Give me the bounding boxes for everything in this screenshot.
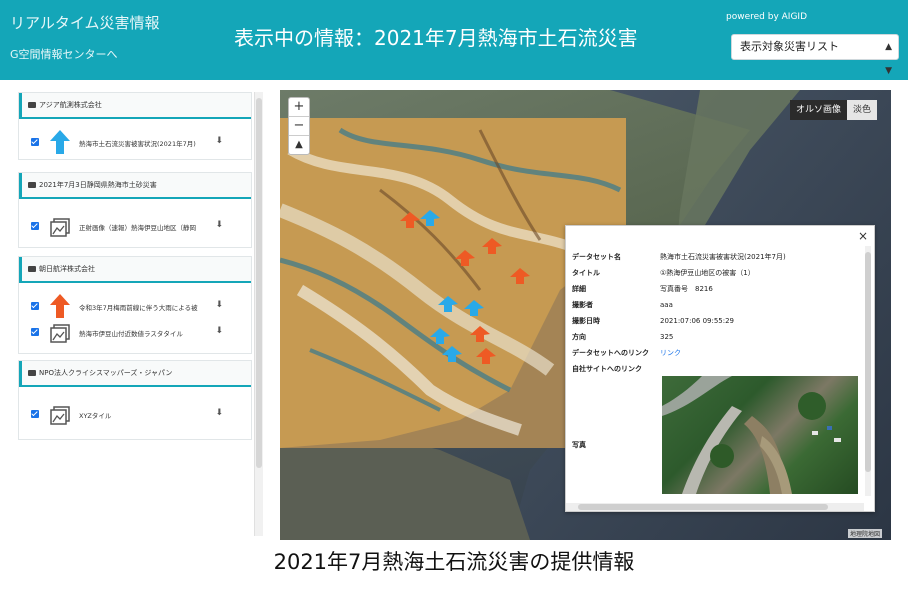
header-bar: リアルタイム災害情報 G空間情報センターへ 表示中の情報：2021年7月熱海市土… [0,0,908,80]
powered-by-label: powered by AIGID [726,12,807,22]
download-icon[interactable]: ⬇ [215,408,223,418]
g-space-center-link[interactable]: G空間情報センターへ [10,46,118,62]
layer-item: 熱海市土石流災害被害状況(2021年7月) ⬇ [31,129,237,155]
page-title: 表示中の情報：2021年7月熱海市土石流災害 [234,26,638,50]
sidebar-scrollbar-thumb[interactable] [256,98,262,468]
popup-value: aaa [660,301,673,309]
group-title: NPO法人クライシスマッパーズ・ジャパン [39,369,173,377]
arrow-up-blue-icon [50,130,70,154]
popup-key: タイトル [572,269,600,277]
ortho-layer-button[interactable]: オルソ画像 [790,100,848,120]
zoom-control: + − ▲ [288,97,310,155]
image-layer-icon [50,218,70,237]
popup-value: ①熱海伊豆山地区の被害（1） [660,269,755,277]
layer-checkbox[interactable] [31,302,39,310]
popup-key: 詳細 [572,285,586,293]
popup-row: データセットへのリンク リンク [572,348,681,358]
group-header[interactable]: 朝日航洋株式会社 [19,257,251,283]
folder-icon [28,182,36,188]
layer-label: 熱海市土石流災害被害状況(2021年7月) [79,140,196,148]
disaster-list-select-value: 表示対象災害リスト [740,40,839,53]
popup-row: 詳細 写真番号 8216 [572,284,713,294]
zoom-in-button[interactable]: + [289,98,309,117]
popup-key: 写真 [572,441,586,449]
folder-icon [28,370,36,376]
popup-value: 2021:07:06 09:55:29 [660,317,735,325]
group-header[interactable]: アジア航測株式会社 [19,93,251,119]
popup-row: 撮影者 aaa [572,300,673,310]
layer-item: 令和3年7月梅雨前線に伴う大雨による被 ⬇ [31,293,237,319]
group-title: 2021年7月3日静岡県熱海市土砂災害 [39,181,157,189]
layer-checkbox[interactable] [31,328,39,336]
popup-row: 撮影日時 2021:07:06 09:55:29 [572,316,734,326]
popup-horizontal-scrollbar-thumb[interactable] [578,504,828,510]
select-arrows-icon: ▲ ▼ [885,42,892,76]
popup-key: 方向 [572,333,586,341]
popup-horizontal-scrollbar[interactable] [566,503,864,511]
popup-key: 撮影者 [572,301,593,309]
popup-row: 自社サイトへのリンク [572,364,660,374]
group-header[interactable]: 2021年7月3日静岡県熱海市土砂災害 [19,173,251,199]
download-icon[interactable]: ⬇ [215,220,223,230]
group-title: アジア航測株式会社 [39,101,102,109]
layer-checkbox[interactable] [31,138,39,146]
layer-group: 朝日航洋株式会社 令和3年7月梅雨前線に伴う大雨による被 ⬇ 熱海市伊豆山付近数… [18,256,252,354]
popup-key: データセットへのリンク [572,349,649,357]
base-layer-toggle: オルソ画像 淡色 [790,100,878,120]
arrow-up-orange-icon [50,294,70,318]
photo-content [662,376,841,494]
download-icon[interactable]: ⬇ [215,136,223,146]
map-attribution[interactable]: 地理院地図 [848,529,883,538]
layer-item: 熱海市伊豆山付近数値ラスタタイル ⬇ [31,319,237,345]
layer-item: XYZタイル ⬇ [31,401,237,427]
figure-caption: 2021年7月熱海土石流災害の提供情報 [273,550,635,574]
sidebar-scrollbar[interactable] [254,92,263,536]
popup-value: 熱海市土石流災害被害状況(2021年7月) [660,253,786,261]
folder-icon [28,266,36,272]
popup-key: 撮影日時 [572,317,600,325]
layer-label: 正射画像（速報）熱海伊豆山地区（静岡 [79,224,196,232]
download-icon[interactable]: ⬇ [215,326,223,336]
reset-north-button[interactable]: ▲ [289,136,309,154]
feature-popup: × データセット名 熱海市土石流災害被害状況(2021年7月) タイトル ①熱海伊豆… [565,225,875,512]
popup-row: タイトル ①熱海伊豆山地区の被害（1） [572,268,755,278]
zoom-out-button[interactable]: − [289,117,309,136]
layer-label: 熱海市伊豆山付近数値ラスタタイル [79,330,183,338]
popup-value: 写真番号 8216 [660,285,713,293]
image-layer-icon [50,324,70,343]
layer-group: NPO法人クライシスマッパーズ・ジャパン XYZタイル ⬇ [18,360,252,440]
image-layer-icon [50,406,70,425]
layer-item: 正射画像（速報）熱海伊豆山地区（静岡 ⬇ [31,213,237,239]
popup-key: データセット名 [572,253,621,261]
layer-checkbox[interactable] [31,222,39,230]
popup-key: 自社サイトへのリンク [572,365,642,373]
popup-vertical-scrollbar-thumb[interactable] [865,252,871,472]
disaster-list-select[interactable]: 表示対象災害リスト ▲ ▼ [731,34,899,76]
layer-checkbox[interactable] [31,410,39,418]
download-icon[interactable]: ⬇ [215,300,223,310]
app-title: リアルタイム災害情報 [10,14,160,32]
layer-group: 2021年7月3日静岡県熱海市土砂災害 正射画像（速報）熱海伊豆山地区（静岡 ⬇ [18,172,252,248]
popup-row: 方向 325 [572,332,673,342]
popup-row: 写真 [572,440,660,450]
popup-vertical-scrollbar[interactable] [865,246,871,496]
layer-label: 令和3年7月梅雨前線に伴う大雨による被 [79,304,198,312]
pale-layer-button[interactable]: 淡色 [847,100,878,120]
close-icon[interactable]: × [858,229,868,243]
dataset-link[interactable]: リンク [660,348,681,358]
folder-icon [28,102,36,108]
popup-value: 325 [660,333,674,341]
group-header[interactable]: NPO法人クライシスマッパーズ・ジャパン [19,361,251,387]
site-photo[interactable] [662,376,858,494]
layer-group: アジア航測株式会社 熱海市土石流災害被害状況(2021年7月) ⬇ [18,92,252,160]
layer-label: XYZタイル [79,412,112,420]
group-title: 朝日航洋株式会社 [39,265,95,273]
popup-row: データセット名 熱海市土石流災害被害状況(2021年7月) [572,252,786,262]
